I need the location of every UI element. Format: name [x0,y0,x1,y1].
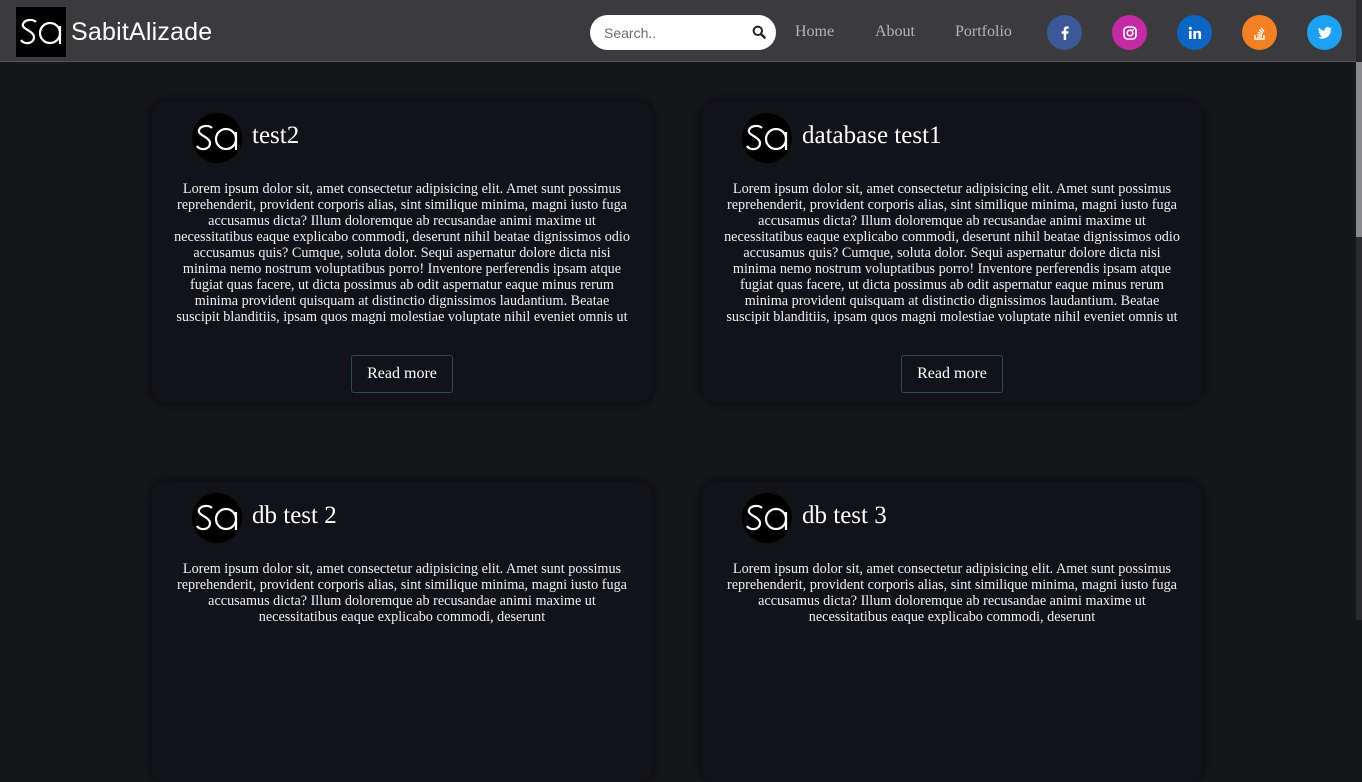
post-card: db test 3 Lorem ipsum dolor sit, amet co… [702,482,1202,782]
nav-about-link[interactable]: About [875,23,915,41]
read-more-button[interactable]: Read more [351,355,453,393]
nav-home-link[interactable]: Home [795,23,834,41]
page-scrollbar[interactable] [1356,0,1362,620]
post-title[interactable]: db test 2 [252,502,337,530]
post-excerpt: Lorem ipsum dolor sit, amet consectetur … [727,561,1177,625]
post-card: db test 2 Lorem ipsum dolor sit, amet co… [152,482,652,782]
avatar [742,113,792,163]
post-excerpt: Lorem ipsum dolor sit, amet consectetur … [724,181,1180,325]
avatar [192,113,242,163]
search-icon[interactable] [752,25,766,44]
twitter-icon[interactable] [1307,15,1342,50]
search-box [590,15,776,50]
nav-portfolio-link[interactable]: Portfolio [955,23,1012,41]
post-title[interactable]: db test 3 [802,502,887,530]
post-title[interactable]: database test1 [802,122,942,150]
avatar [742,493,792,543]
navbar: SabitAlizade Home About Portfolio [0,0,1356,62]
facebook-icon[interactable] [1047,15,1082,50]
avatar [192,493,242,543]
post-excerpt: Lorem ipsum dolor sit, amet consectetur … [174,181,630,325]
post-card: test2 Lorem ipsum dolor sit, amet consec… [152,102,652,402]
read-more-button[interactable]: Read more [901,355,1003,393]
instagram-icon[interactable] [1112,15,1147,50]
brand-name: SabitAlizade [71,17,213,46]
stackoverflow-icon[interactable] [1242,15,1277,50]
post-excerpt: Lorem ipsum dolor sit, amet consectetur … [177,561,627,625]
scrollbar-thumb[interactable] [1356,62,1362,237]
post-card: database test1 Lorem ipsum dolor sit, am… [702,102,1202,402]
brand[interactable]: SabitAlizade [16,7,212,57]
logo-mark [20,18,62,45]
search-input[interactable] [604,15,744,50]
logo [16,7,66,57]
post-title[interactable]: test2 [252,122,299,150]
linkedin-icon[interactable] [1177,15,1212,50]
